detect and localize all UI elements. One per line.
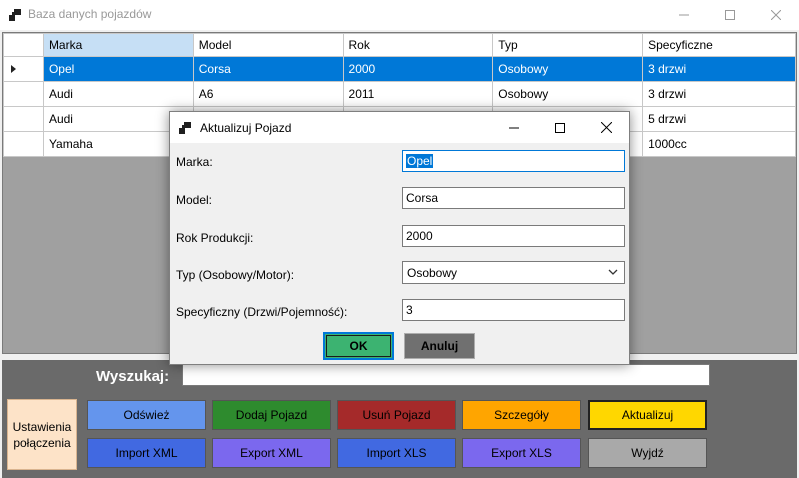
export-xml-button[interactable]: Export XML [212,438,331,468]
search-label: Wyszukaj: [96,368,170,385]
cell-specific[interactable]: 3 drzwi [642,81,796,107]
chevron-down-icon [608,269,618,275]
dialog-title-bar: Aktualizuj Pojazd [170,112,629,143]
make-field-value: Opel [406,154,434,168]
maximize-icon [555,122,565,133]
column-header-type[interactable]: Typ [492,33,644,57]
maximize-icon [725,10,735,20]
cell-year[interactable]: 2000 [342,56,494,82]
app-icon [9,9,21,21]
dialog-minimize-button[interactable] [491,112,537,143]
window-title: Baza danych pojazdów [28,7,152,21]
close-button[interactable] [753,0,799,30]
current-row-arrow-icon [11,65,16,73]
make-label: Marka: [176,155,213,169]
cell-make[interactable]: Opel [42,56,194,82]
import-xls-button[interactable]: Import XLS [337,438,456,468]
type-select-value: Osobowy [407,265,458,280]
close-icon [771,10,781,20]
bottom-panel: Wyszukaj: Ustawienia połączenia Odśwież … [2,360,797,478]
maximize-button[interactable] [707,0,753,30]
make-field[interactable]: Opel [402,150,625,172]
type-select[interactable]: Osobowy [402,261,625,284]
cell-type[interactable]: Osobowy [492,81,644,107]
type-label: Typ (Osobowy/Motor): [176,268,295,282]
connection-settings-button[interactable]: Ustawienia połączenia [7,399,77,470]
ok-button[interactable]: OK [323,332,394,360]
refresh-button[interactable]: Odśwież [87,400,206,430]
column-header-make[interactable]: Marka [42,33,194,57]
specific-field[interactable]: 3 [402,299,625,321]
year-label: Rok Produkcji: [176,231,254,245]
corner-header[interactable] [3,33,44,57]
cell-make[interactable]: Audi [42,81,194,107]
row-header[interactable] [3,131,44,157]
dialog-maximize-button[interactable] [537,112,583,143]
cell-specific[interactable]: 1000cc [642,131,796,157]
dialog-title: Aktualizuj Pojazd [200,121,292,135]
column-header-model[interactable]: Model [192,33,344,57]
row-header[interactable] [3,56,44,82]
cell-type[interactable]: Osobowy [492,56,644,82]
close-icon [600,122,612,133]
minimize-icon [679,14,689,16]
cell-year[interactable]: 2011 [342,81,494,107]
cell-model[interactable]: A6 [192,81,344,107]
column-header-specific[interactable]: Specyficzne [642,33,796,57]
delete-vehicle-button[interactable]: Usuń Pojazd [337,400,456,430]
row-header[interactable] [3,106,44,132]
table-row[interactable]: Opel Corsa 2000 Osobowy 3 drzwi [3,56,796,82]
add-vehicle-button[interactable]: Dodaj Pojazd [212,400,331,430]
export-xls-button[interactable]: Export XLS [462,438,581,468]
cell-specific[interactable]: 5 drzwi [642,106,796,132]
table-row[interactable]: Audi A6 2011 Osobowy 3 drzwi [3,81,796,107]
cancel-button[interactable]: Anuluj [404,333,475,359]
year-field[interactable]: 2000 [402,225,625,247]
cell-specific[interactable]: 3 drzwi [642,56,796,82]
model-label: Model: [176,193,213,207]
update-button[interactable]: Aktualizuj [588,400,707,430]
column-header-year[interactable]: Rok [342,33,494,57]
minimize-icon [509,127,519,128]
minimize-button[interactable] [661,0,707,30]
row-header[interactable] [3,81,44,107]
exit-button[interactable]: Wyjdź [588,438,707,468]
update-vehicle-dialog: Aktualizuj Pojazd Marka: Opel Model: Cor… [169,111,630,365]
import-xml-button[interactable]: Import XML [87,438,206,468]
dialog-close-button[interactable] [583,112,629,143]
dialog-app-icon [179,122,191,134]
specific-label: Specyficzny (Drzwi/Pojemność): [176,305,348,319]
search-input[interactable] [182,364,710,386]
details-button[interactable]: Szczegóły [462,400,581,430]
cell-model[interactable]: Corsa [192,56,344,82]
title-bar: Baza danych pojazdów [0,0,799,30]
header-row: Marka Model Rok Typ Specyficzne [3,33,796,57]
model-field[interactable]: Corsa [402,187,625,209]
